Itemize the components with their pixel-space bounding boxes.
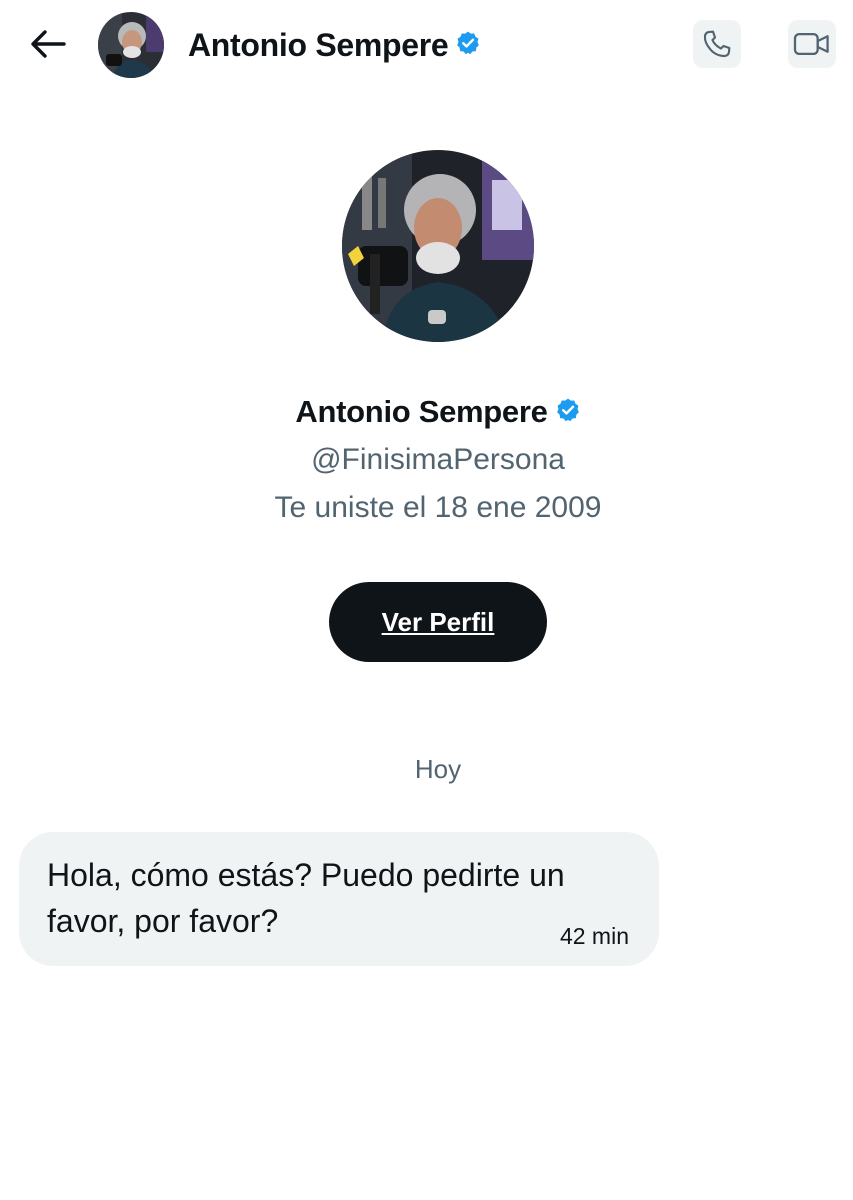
verified-badge-icon [555, 397, 581, 428]
phone-icon [703, 30, 731, 58]
video-camera-icon [793, 32, 829, 56]
arrow-left-icon [31, 30, 66, 58]
view-profile-button[interactable]: Ver Perfil [329, 582, 547, 662]
verified-badge-icon [455, 30, 481, 61]
day-separator: Hoy [414, 754, 462, 784]
header-name-text: Antonio Sempere [188, 26, 449, 63]
profile-summary: Antonio Sempere @FinisimaPersona Te unis… [0, 150, 853, 662]
message-bubble[interactable]: Hola, cómo estás? Puedo pedirte un favor… [19, 832, 659, 966]
message-text: Hola, cómo estás? Puedo pedirte un favor… [47, 857, 565, 939]
header-contact-name[interactable]: Antonio Sempere [188, 24, 481, 66]
conversation-header: Antonio Sempere [0, 0, 853, 92]
video-call-button[interactable] [788, 20, 836, 68]
profile-avatar[interactable] [342, 150, 534, 342]
profile-handle: @FinisimaPersona [311, 443, 565, 476]
profile-name: Antonio Sempere [295, 394, 548, 429]
profile-name-row: Antonio Sempere [0, 390, 853, 434]
back-button[interactable] [26, 24, 70, 64]
profile-join-date: Te uniste el 18 ene 2009 [274, 491, 602, 524]
message-timestamp: 42 min [559, 923, 629, 949]
contact-avatar[interactable] [98, 12, 164, 78]
call-button[interactable] [693, 20, 741, 68]
